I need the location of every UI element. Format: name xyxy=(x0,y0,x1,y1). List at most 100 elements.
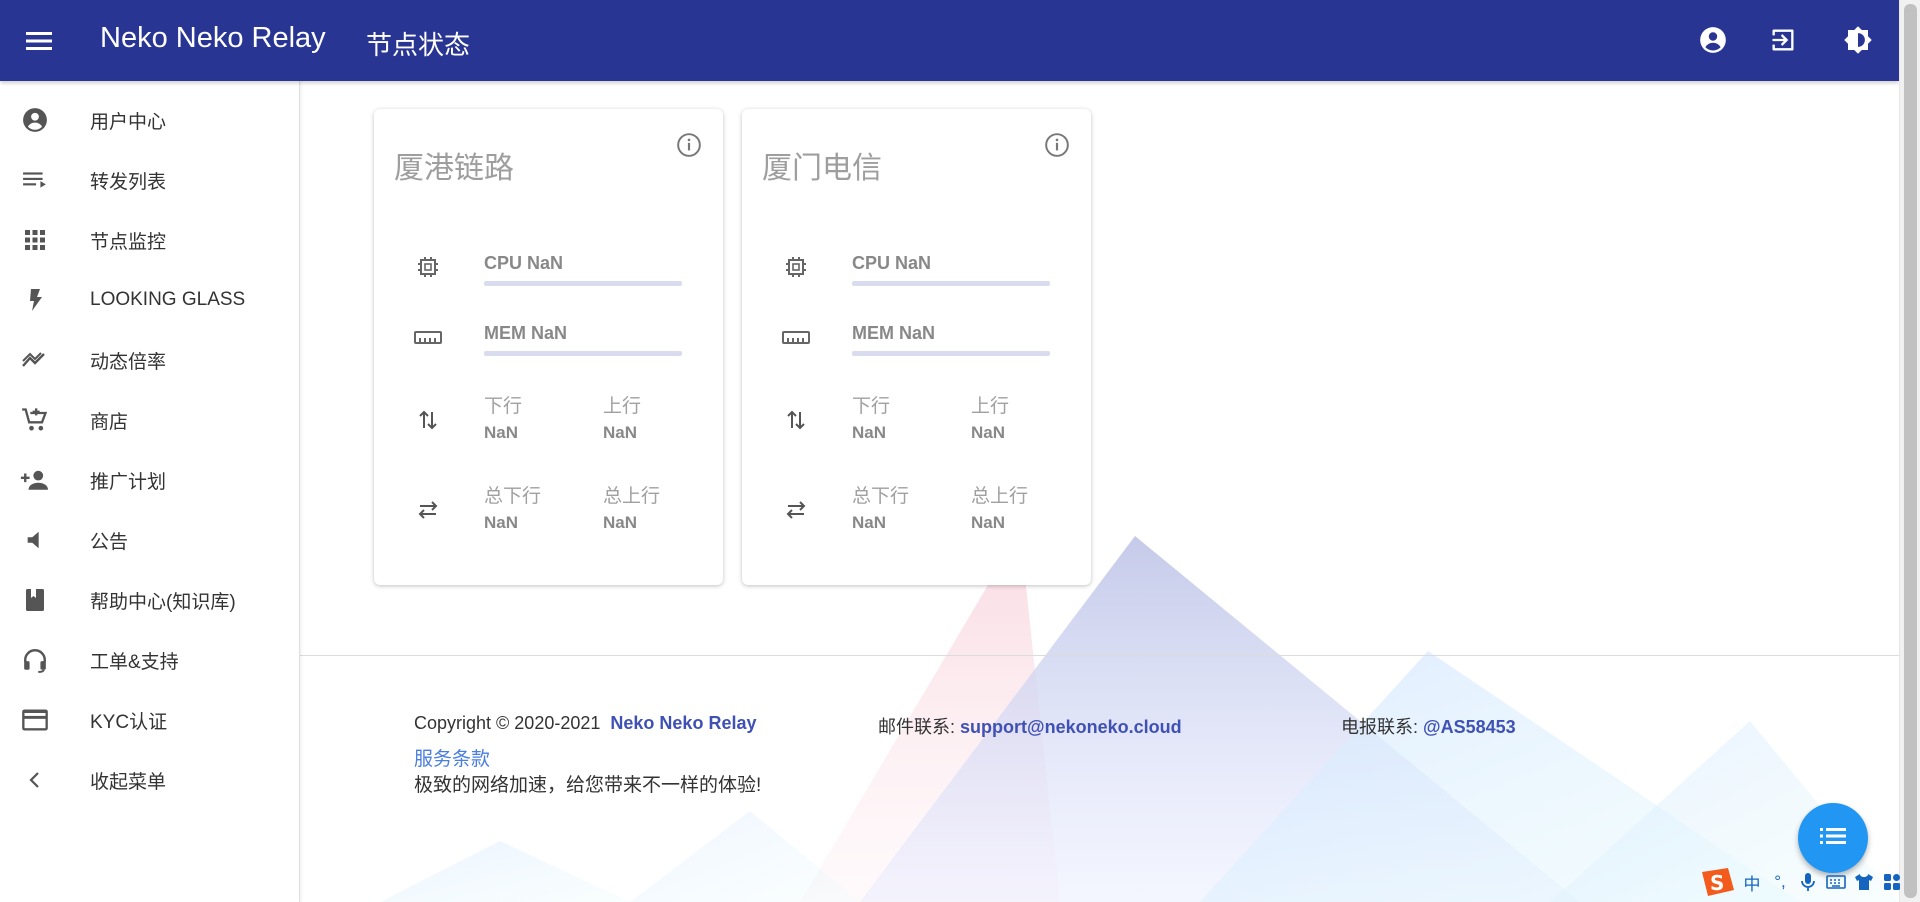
total-download-value: NaN xyxy=(484,513,519,532)
sidebar-item-referral[interactable]: 推广计划 xyxy=(0,450,300,510)
sidebar-item-announcement[interactable]: 公告 xyxy=(0,510,300,570)
total-download-label: 总下行 xyxy=(484,486,542,507)
credit-card-icon xyxy=(20,705,50,735)
playlist-icon xyxy=(20,165,50,195)
sidebar-item-shop[interactable]: 商店 xyxy=(0,390,300,450)
account-circle-icon xyxy=(20,105,50,135)
sidebar-item-label: KYC认证 xyxy=(90,711,168,733)
brightness-icon[interactable] xyxy=(1840,22,1876,58)
info-icon[interactable] xyxy=(675,131,703,159)
sidebar-item-label: 收起菜单 xyxy=(90,771,167,793)
sidebar-item-user-center[interactable]: 用户中心 xyxy=(0,90,300,150)
copyright-text: Copyright © 2020-2021 xyxy=(414,713,601,733)
swap-horizontal-icon xyxy=(414,496,442,524)
cpu-icon xyxy=(782,253,810,281)
email-link[interactable]: support@nekoneko.cloud xyxy=(960,717,1182,737)
sidebar-item-label: 节点监控 xyxy=(90,231,167,253)
upload-label: 上行 xyxy=(971,396,1010,417)
total-upload-value: NaN xyxy=(971,513,1006,532)
keyboard-icon[interactable] xyxy=(1823,869,1849,895)
menu-icon[interactable] xyxy=(22,24,56,58)
sidebar-item-label: 用户中心 xyxy=(90,111,167,133)
sidebar-item-looking-glass[interactable]: LOOKING GLASS xyxy=(0,270,300,330)
ime-punct-toggle[interactable]: °, xyxy=(1767,869,1793,895)
sidebar-item-label: 动态倍率 xyxy=(90,351,167,373)
sidebar-item-forward-list[interactable]: 转发列表 xyxy=(0,150,300,210)
total-download-value: NaN xyxy=(852,513,887,532)
ime-toolbar: S 中 °, xyxy=(1697,864,1917,900)
info-icon[interactable] xyxy=(1043,131,1071,159)
total-upload-value: NaN xyxy=(603,513,638,532)
cpu-icon xyxy=(414,253,442,281)
person-add-icon xyxy=(20,465,50,495)
swap-vertical-icon xyxy=(782,406,810,434)
grid-icon xyxy=(20,225,50,255)
cpu-label: CPU NaN xyxy=(484,253,564,273)
swap-vertical-icon xyxy=(414,406,442,434)
sidebar-item-dynamic-rate[interactable]: 动态倍率 xyxy=(0,330,300,390)
telegram-link[interactable]: @AS58453 xyxy=(1423,717,1516,737)
telegram-label: 电报联系: xyxy=(1341,717,1419,737)
page-scrollbar[interactable] xyxy=(1899,0,1920,902)
total-upload-label: 总上行 xyxy=(971,486,1029,507)
book-icon xyxy=(20,585,50,615)
download-label: 下行 xyxy=(484,396,523,417)
node-card: 厦门电信 CPU NaN MEM NaN 下行 NaN 上行 NaN 总下行 N… xyxy=(742,109,1091,585)
node-card: 厦港链路 CPU NaN MEM NaN 下行 NaN 上行 NaN 总下行 N… xyxy=(374,109,723,585)
volume-icon xyxy=(20,525,50,555)
sidebar-item-label: 推广计划 xyxy=(90,471,167,493)
menu-fab-button[interactable] xyxy=(1798,803,1868,873)
sidebar-item-node-monitor[interactable]: 节点监控 xyxy=(0,210,300,270)
download-value: NaN xyxy=(484,423,519,442)
node-name: 厦门电信 xyxy=(762,152,882,185)
terms-link[interactable]: 服务条款 xyxy=(414,744,490,771)
footer-copyright: Copyright © 2020-2021 Neko Neko Relay xyxy=(414,713,756,734)
mem-usage-bar xyxy=(852,351,1050,356)
brand-link[interactable]: Neko Neko Relay xyxy=(610,713,756,733)
flash-icon xyxy=(20,285,50,315)
sogou-logo-icon[interactable]: S xyxy=(1697,868,1737,896)
memory-icon xyxy=(782,323,810,351)
headset-icon xyxy=(20,645,50,675)
ime-lang-toggle[interactable]: 中 xyxy=(1739,869,1765,895)
mem-usage-bar xyxy=(484,351,682,356)
mem-label: MEM NaN xyxy=(484,323,568,343)
node-name: 厦港链路 xyxy=(394,152,514,185)
top-app-bar: Neko Neko Relay 节点状态 xyxy=(0,0,1899,81)
sidebar-item-help-center[interactable]: 帮助中心(知识库) xyxy=(0,570,300,630)
sidebar-item-label: 帮助中心(知识库) xyxy=(90,591,236,613)
trend-icon xyxy=(20,345,50,375)
sidebar-item-kyc[interactable]: KYC认证 xyxy=(0,690,300,750)
download-value: NaN xyxy=(852,423,887,442)
cpu-usage-bar xyxy=(852,281,1050,286)
sidebar-item-label: 转发列表 xyxy=(90,171,167,193)
logout-icon[interactable] xyxy=(1765,22,1801,58)
sidebar-item-ticket-support[interactable]: 工单&支持 xyxy=(0,630,300,690)
sidebar-item-label: 工单&支持 xyxy=(90,651,179,673)
app-title[interactable]: Neko Neko Relay xyxy=(100,22,326,55)
sidebar-item-label: LOOKING GLASS xyxy=(90,289,246,310)
upload-label: 上行 xyxy=(603,396,642,417)
upload-value: NaN xyxy=(603,423,638,442)
navigation-drawer: 用户中心 转发列表 节点监控 LOOKING GLASS 动态倍率 商店 推广计… xyxy=(0,81,300,902)
download-label: 下行 xyxy=(852,396,891,417)
svg-text:S: S xyxy=(1710,871,1724,895)
cart-plus-icon xyxy=(20,405,50,435)
scrollbar-thumb[interactable] xyxy=(1904,4,1917,898)
chevron-left-icon xyxy=(20,765,50,795)
cpu-label: CPU NaN xyxy=(852,253,932,273)
sidebar-item-label: 商店 xyxy=(90,411,129,433)
sidebar-item-label: 公告 xyxy=(90,531,129,553)
list-icon xyxy=(1820,825,1846,852)
page-title: 节点状态 xyxy=(366,30,471,60)
footer-telegram: 电报联系: @AS58453 xyxy=(1341,713,1516,739)
cpu-usage-bar xyxy=(484,281,682,286)
skin-icon[interactable] xyxy=(1851,869,1877,895)
account-icon[interactable] xyxy=(1695,22,1731,58)
swap-horizontal-icon xyxy=(782,496,810,524)
memory-icon xyxy=(414,323,442,351)
footer-slogan: 极致的网络加速，给您带来不一样的体验! xyxy=(414,775,762,796)
toolbox-icon[interactable] xyxy=(1879,869,1905,895)
microphone-icon[interactable] xyxy=(1795,869,1821,895)
sidebar-item-collapse-menu[interactable]: 收起菜单 xyxy=(0,750,300,810)
